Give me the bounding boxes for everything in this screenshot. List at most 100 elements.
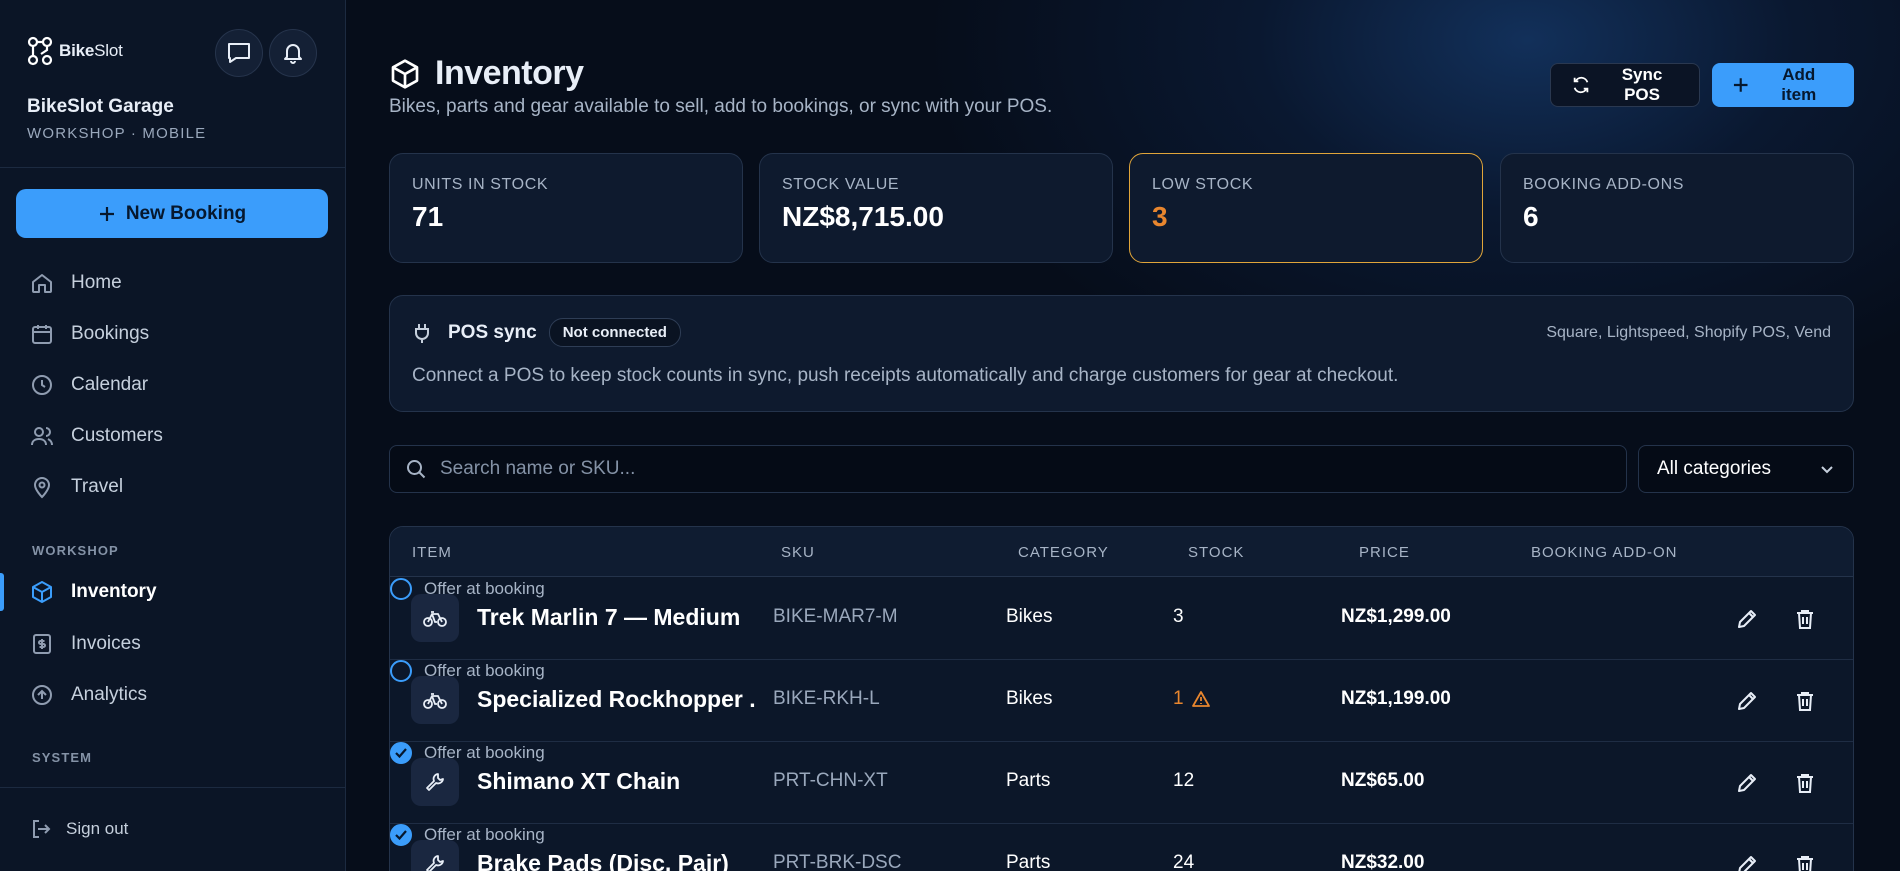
sidebar-item-home[interactable]: Home [30, 263, 330, 303]
column-header[interactable]: ITEM [412, 544, 452, 561]
item-name: Trek Marlin 7 — Medium [477, 604, 741, 630]
trash-icon [1797, 610, 1813, 629]
sidebar-divider [0, 167, 346, 168]
booking-addon-toggle[interactable]: Offer at booking [390, 742, 1853, 764]
item-name: Brake Pads (Disc, Pair) [477, 850, 729, 871]
column-header[interactable]: PRICE [1359, 544, 1410, 561]
check-icon [395, 830, 407, 840]
pencil-icon [1738, 692, 1756, 710]
page-subtitle: Bikes, parts and gear available to sell,… [389, 96, 1053, 117]
table-row[interactable]: Specialized Rockhopper ... BIKE-RKH-L Bi… [390, 660, 1853, 742]
delete-button[interactable] [1791, 769, 1819, 797]
pencil-icon [1738, 774, 1756, 792]
search-box[interactable] [389, 445, 1627, 493]
wrench-icon [411, 840, 459, 871]
delete-button[interactable] [1791, 687, 1819, 715]
messages-button[interactable] [215, 29, 263, 77]
booking-addon-toggle[interactable]: Offer at booking [390, 578, 1853, 600]
brand[interactable]: BikeSlot [27, 36, 123, 66]
refresh-icon [1573, 76, 1589, 94]
item-price: NZ$32.00 [1341, 852, 1425, 871]
edit-button[interactable] [1733, 605, 1761, 633]
bell-icon [284, 44, 302, 64]
edit-button[interactable] [1733, 687, 1761, 715]
item-stock: 1 [1173, 688, 1210, 710]
radio-off[interactable] [390, 660, 412, 682]
item-sku: BIKE-RKH-L [773, 688, 880, 709]
box-icon [32, 581, 52, 603]
sidebar-item-customers[interactable]: Customers [30, 416, 330, 456]
item-category: Parts [1006, 852, 1051, 871]
wrench-icon [411, 758, 459, 806]
sidebar-item-calendar[interactable]: Calendar [30, 365, 330, 405]
active-indicator [0, 573, 4, 611]
delete-button[interactable] [1791, 851, 1819, 871]
sidebar-item-invoices[interactable]: Invoices [30, 624, 330, 664]
stat-value: 6 [1523, 201, 1539, 232]
page-title: Inventory [435, 54, 584, 92]
section-label-workshop: WORKSHOP [32, 543, 119, 558]
plus-icon [99, 206, 114, 221]
stat-label: UNITS IN STOCK [412, 176, 549, 193]
pos-providers: Square, Lightspeed, Shopify POS, Vend [1546, 324, 1831, 341]
pencil-icon [1738, 610, 1756, 628]
pencil-icon [1738, 856, 1756, 871]
sidebar: BikeSlot BikeSlot Garage WORKSHOP · MOBI… [0, 0, 346, 871]
stat-value: 71 [412, 201, 444, 232]
check-icon [395, 748, 407, 758]
sync-pos-button[interactable]: Sync POS [1550, 63, 1700, 107]
item-stock: 3 [1173, 606, 1184, 627]
notifications-button[interactable] [269, 29, 317, 77]
stat-label: LOW STOCK [1152, 176, 1254, 193]
stat-card-low-stock[interactable]: LOW STOCK 3 [1129, 153, 1483, 263]
page-header: Inventory [389, 54, 584, 93]
arrow-up-circle-icon [32, 685, 52, 705]
booking-addon-toggle[interactable]: Offer at booking [390, 824, 1853, 846]
pos-status-badge: Not connected [548, 318, 681, 347]
bike-icon [411, 676, 459, 724]
column-header[interactable]: SKU [781, 544, 815, 561]
stat-value: 3 [1152, 201, 1168, 232]
plus-icon [1733, 78, 1748, 92]
table-row[interactable]: Trek Marlin 7 — Medium BIKE-MAR7-M Bikes… [390, 578, 1853, 660]
sign-out-button[interactable]: Sign out [30, 818, 128, 840]
item-category: Parts [1006, 770, 1051, 791]
stat-card-value: STOCK VALUE NZ$8,715.00 [759, 153, 1113, 263]
section-label-system: SYSTEM [32, 750, 93, 765]
garage-subtitle: WORKSHOP · MOBILE [27, 125, 207, 142]
table-row[interactable]: Brake Pads (Disc, Pair) PRT-BRK-DSC Part… [390, 824, 1853, 871]
search-input[interactable] [440, 458, 1590, 480]
add-item-button[interactable]: Add item [1712, 63, 1854, 107]
plug-icon [415, 323, 429, 343]
radio-off[interactable] [390, 578, 412, 600]
table-row[interactable]: Shimano XT Chain PRT-CHN-XT Parts 12 NZ$… [390, 742, 1853, 824]
radio-on[interactable] [390, 824, 412, 846]
edit-button[interactable] [1733, 769, 1761, 797]
trash-icon [1797, 856, 1813, 871]
booking-addon-toggle[interactable]: Offer at booking [390, 660, 1853, 682]
column-header[interactable]: STOCK [1188, 544, 1244, 561]
column-header[interactable]: BOOKING ADD-ON [1531, 544, 1678, 561]
delete-button[interactable] [1791, 605, 1819, 633]
brand-name: BikeSlot [59, 41, 123, 60]
warning-icon [1191, 691, 1210, 707]
sidebar-item-analytics[interactable]: Analytics [30, 675, 330, 715]
item-sku: PRT-BRK-DSC [773, 852, 902, 871]
calendar-icon [32, 325, 52, 344]
sidebar-item-inventory[interactable]: Inventory [30, 572, 330, 612]
column-header[interactable]: CATEGORY [1018, 544, 1109, 561]
pos-sync-header: POS sync Not connected [412, 318, 681, 347]
message-icon [228, 43, 250, 63]
radio-on[interactable] [390, 742, 412, 764]
edit-button[interactable] [1733, 851, 1761, 871]
category-select[interactable]: All categories [1638, 445, 1854, 493]
item-sku: PRT-CHN-XT [773, 770, 888, 791]
bikeslot-logo-icon [27, 36, 53, 66]
pos-sync-title: POS sync [448, 321, 537, 343]
stat-label: BOOKING ADD-ONS [1523, 176, 1685, 193]
sidebar-item-bookings[interactable]: Bookings [30, 314, 330, 354]
log-out-icon [33, 820, 51, 838]
new-booking-button[interactable]: New Booking [16, 189, 328, 238]
sidebar-item-travel[interactable]: Travel [30, 467, 330, 507]
table-header: ITEM SKU CATEGORY STOCK PRICE BOOKING AD… [390, 527, 1853, 577]
